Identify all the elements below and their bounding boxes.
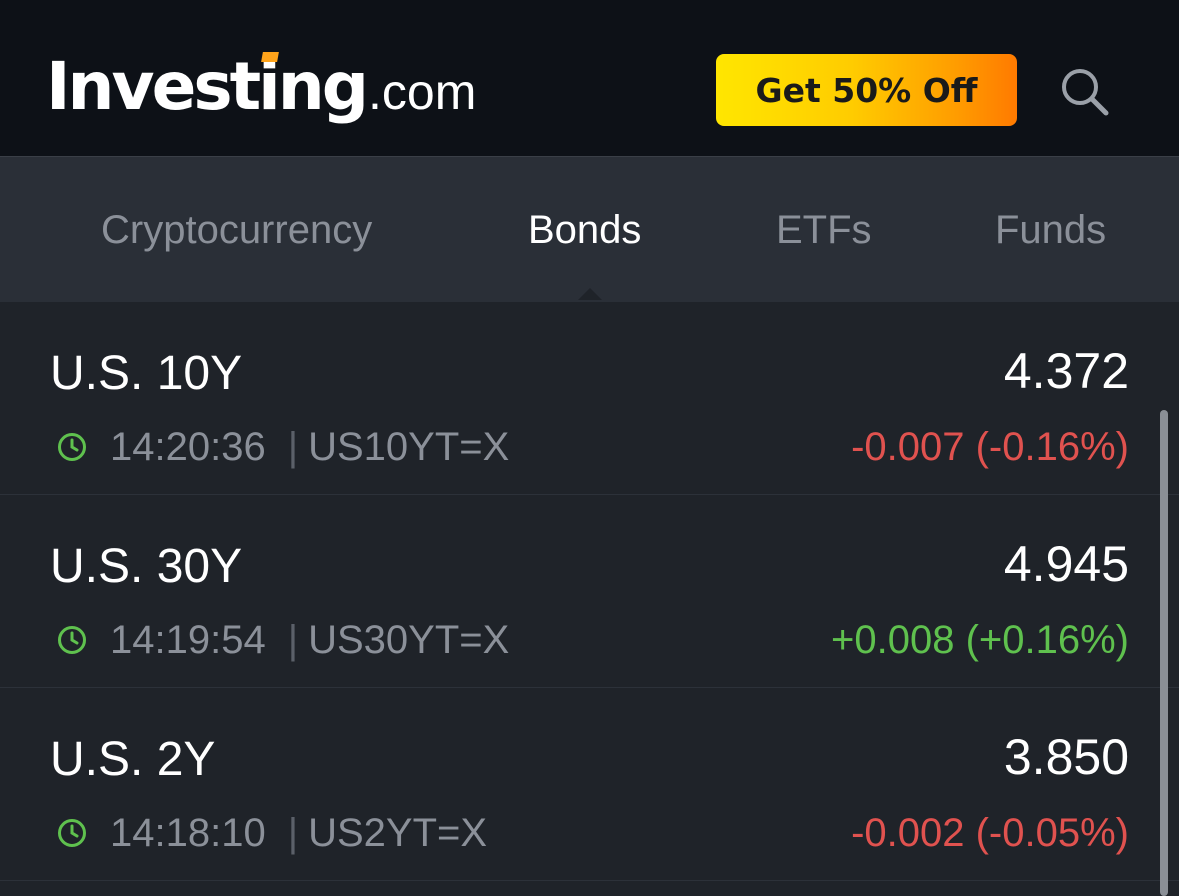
clock-icon bbox=[56, 624, 88, 656]
instrument-name: U.S. 2Y bbox=[50, 733, 216, 786]
list-item[interactable]: U.S. 2Y 3.850 14:18:10 | US2YT=X -0.002 … bbox=[0, 688, 1179, 881]
logo-suffix: .com bbox=[368, 64, 477, 120]
update-time: 14:19:54 bbox=[110, 617, 266, 662]
tab-etfs[interactable]: ETFs bbox=[776, 157, 872, 303]
price-change: +0.008 (+0.16%) bbox=[831, 617, 1129, 662]
logo-accent-mark bbox=[261, 52, 279, 62]
meta-separator: | bbox=[287, 617, 299, 662]
bonds-list: U.S. 10Y 4.372 14:20:36 | US10YT=X -0.00… bbox=[0, 302, 1179, 896]
instrument-price: 3.850 bbox=[1003, 729, 1129, 785]
price-change: -0.002 (-0.05%) bbox=[851, 810, 1129, 855]
list-item[interactable]: U.S. 10Y 4.372 14:20:36 | US10YT=X -0.00… bbox=[0, 302, 1179, 495]
price-change: -0.007 (-0.16%) bbox=[851, 424, 1129, 469]
instrument-meta: 14:19:54 | US30YT=X bbox=[56, 615, 509, 665]
list-item[interactable]: U.S. 30Y 4.945 14:19:54 | US30YT=X +0.00… bbox=[0, 495, 1179, 688]
instrument-price: 4.945 bbox=[1003, 536, 1129, 592]
update-time: 14:20:36 bbox=[110, 424, 266, 469]
category-tabs: Cryptocurrency Bonds ETFs Funds bbox=[0, 156, 1179, 302]
instrument-name: U.S. 10Y bbox=[50, 347, 243, 400]
instrument-meta: 14:20:36 | US10YT=X bbox=[56, 422, 509, 472]
instrument-meta: 14:18:10 | US2YT=X bbox=[56, 808, 487, 858]
investing-logo[interactable]: Investing .com bbox=[46, 48, 476, 128]
tab-cryptocurrency[interactable]: Cryptocurrency bbox=[101, 157, 372, 303]
instrument-price: 4.372 bbox=[1003, 343, 1129, 399]
active-tab-indicator bbox=[578, 288, 602, 300]
clock-icon bbox=[56, 817, 88, 849]
meta-separator: | bbox=[287, 424, 299, 469]
promo-button[interactable]: Get 50% Off bbox=[716, 54, 1017, 126]
search-icon bbox=[1062, 69, 1109, 116]
logo-wordmark: Investing bbox=[46, 48, 369, 125]
tab-funds[interactable]: Funds bbox=[995, 157, 1106, 303]
search-button[interactable] bbox=[1055, 62, 1115, 122]
update-time: 14:18:10 bbox=[110, 810, 266, 855]
meta-separator: | bbox=[287, 810, 299, 855]
instrument-symbol: US30YT=X bbox=[308, 617, 510, 662]
tab-bonds[interactable]: Bonds bbox=[528, 157, 641, 303]
instrument-symbol: US2YT=X bbox=[308, 810, 488, 855]
instrument-name: U.S. 30Y bbox=[50, 540, 243, 593]
instrument-symbol: US10YT=X bbox=[308, 424, 510, 469]
app-header: Investing .com Get 50% Off bbox=[0, 0, 1179, 156]
clock-icon bbox=[56, 431, 88, 463]
scrollbar[interactable] bbox=[1160, 410, 1168, 896]
